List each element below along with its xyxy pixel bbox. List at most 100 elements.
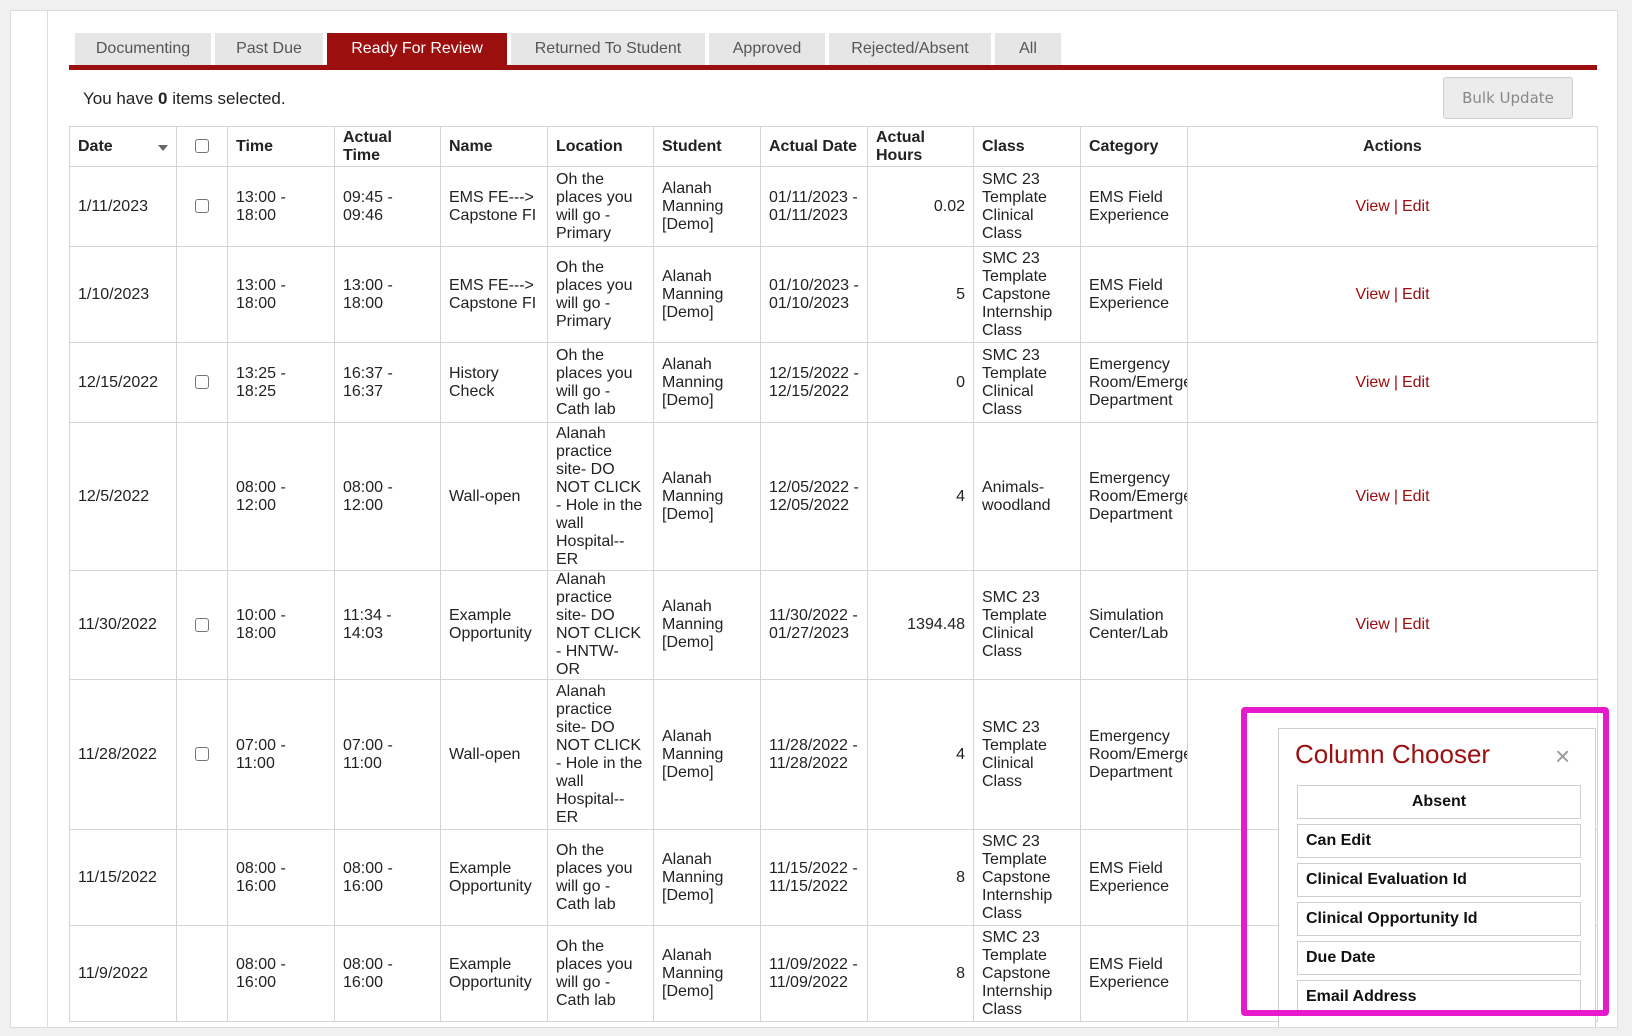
col-location[interactable]: Location (547, 126, 654, 167)
cell-date: 1/11/2023 (69, 166, 177, 247)
cell-class: SMC 23 Template Clinical Class (973, 679, 1081, 830)
view-link[interactable]: View (1355, 286, 1389, 303)
tab-past-due[interactable]: Past Due (215, 33, 323, 65)
table-row: 12/5/2022 08:00 - 12:00 08:00 - 12:00 Wall-… (69, 422, 1598, 571)
cell-location: Oh the places you will go - Cath lab (547, 925, 654, 1022)
table-row: 1/10/2023 13:00 - 18:00 13:00 - 18:00 EMS F… (69, 246, 1598, 343)
cell-category: EMS Field Experience (1080, 166, 1188, 247)
cell-actual-hours: 1394.48 (867, 570, 974, 680)
cell-time: 13:00 - 18:00 (227, 166, 335, 247)
tab-rejected-absent[interactable]: Rejected/Absent (829, 33, 991, 65)
cell-actual-hours: 5 (867, 246, 974, 343)
cell-class: SMC 23 Template Clinical Class (973, 342, 1081, 423)
tab-returned-to-student[interactable]: Returned To Student (511, 33, 705, 65)
col-select-all (176, 126, 228, 167)
cell-name: Example Opportunity (440, 829, 548, 926)
cell-select (176, 342, 228, 423)
cell-actual-date: 12/15/2022 - 12/15/2022 (760, 342, 868, 423)
cell-student: Alanah Manning [Demo] (653, 246, 761, 343)
cell-time: 13:00 - 18:00 (227, 246, 335, 343)
view-link[interactable]: View (1355, 616, 1389, 633)
cell-time: 07:00 - 11:00 (227, 679, 335, 830)
col-actions: Actions (1187, 126, 1598, 167)
col-actual-time[interactable]: Actual Time (334, 126, 441, 167)
row-checkbox[interactable] (195, 375, 209, 390)
cell-name: Example Opportunity (440, 925, 548, 1022)
cell-student: Alanah Manning [Demo] (653, 570, 761, 680)
bulk-update-button[interactable]: Bulk Update (1443, 77, 1573, 119)
cell-time: 10:00 - 18:00 (227, 570, 335, 680)
edit-link[interactable]: Edit (1402, 374, 1430, 391)
cell-class: Animals- woodland (973, 422, 1081, 571)
col-actual-date[interactable]: Actual Date (760, 126, 868, 167)
tab-all[interactable]: All (995, 33, 1061, 65)
col-name[interactable]: Name (440, 126, 548, 167)
selection-count: 0 (158, 89, 168, 108)
edit-link[interactable]: Edit (1402, 488, 1430, 505)
tab-documenting[interactable]: Documenting (75, 33, 211, 65)
col-class[interactable]: Class (973, 126, 1081, 167)
cell-student: Alanah Manning [Demo] (653, 679, 761, 830)
tab-ready-for-review[interactable]: Ready For Review (327, 33, 507, 65)
cell-time: 08:00 - 16:00 (227, 829, 335, 926)
cell-actions: View | Edit (1187, 166, 1598, 247)
column-option-clinical-opportunity-id[interactable]: Clinical Opportunity Id (1297, 902, 1581, 936)
cell-actions: View | Edit (1187, 342, 1598, 423)
cell-location: Alanah practice site- DO NOT CLICK - Hol… (547, 422, 654, 571)
status-tabs: Documenting Past Due Ready For Review Re… (75, 33, 1065, 65)
column-option-clinical-evaluation-id[interactable]: Clinical Evaluation Id (1297, 863, 1581, 897)
tab-approved[interactable]: Approved (709, 33, 825, 65)
col-date-label: Date (78, 137, 113, 155)
col-category[interactable]: Category (1080, 126, 1188, 167)
cell-actual-time: 09:45 - 09:46 (334, 166, 441, 247)
cell-time: 13:25 - 18:25 (227, 342, 335, 423)
cell-actual-time: 08:00 - 16:00 (334, 925, 441, 1022)
col-date[interactable]: Date (69, 126, 177, 167)
cell-actual-date: 11/30/2022 - 01/27/2023 (760, 570, 868, 680)
sort-desc-icon[interactable] (158, 144, 168, 151)
column-option-absent[interactable]: Absent (1297, 785, 1581, 819)
cell-location: Oh the places you will go - Primary (547, 246, 654, 343)
view-link[interactable]: View (1355, 374, 1389, 391)
row-checkbox[interactable] (195, 617, 209, 632)
cell-actual-hours: 4 (867, 679, 974, 830)
column-option-due-date[interactable]: Due Date (1297, 941, 1581, 975)
cell-actual-hours: 0.02 (867, 166, 974, 247)
cell-category: Emergency Room/Emergency Department (1080, 679, 1188, 830)
cell-student: Alanah Manning [Demo] (653, 166, 761, 247)
cell-name: Wall-open (440, 422, 548, 571)
cell-category: Emergency Room/Emergency Department (1080, 342, 1188, 423)
edit-link[interactable]: Edit (1402, 286, 1430, 303)
column-option-can-edit[interactable]: Can Edit (1297, 824, 1581, 858)
edit-link[interactable]: Edit (1402, 616, 1430, 633)
cell-student: Alanah Manning [Demo] (653, 829, 761, 926)
edit-link[interactable]: Edit (1402, 198, 1430, 215)
col-time[interactable]: Time (227, 126, 335, 167)
cell-actual-hours: 4 (867, 422, 974, 571)
cell-date: 11/30/2022 (69, 570, 177, 680)
action-separator: | (1393, 373, 1398, 391)
column-option-email-address[interactable]: Email Address (1297, 980, 1581, 1014)
cell-name: History Check (440, 342, 548, 423)
close-icon[interactable]: × (1555, 743, 1570, 769)
col-student[interactable]: Student (653, 126, 761, 167)
col-actual-hours[interactable]: Actual Hours (867, 126, 974, 167)
cell-actions: View | Edit (1187, 570, 1598, 680)
cell-category: Simulation Center/Lab (1080, 570, 1188, 680)
cell-category: EMS Field Experience (1080, 829, 1188, 926)
cell-date: 11/9/2022 (69, 925, 177, 1022)
cell-actual-time: 16:37 - 16:37 (334, 342, 441, 423)
column-chooser-list: Absent Can Edit Clinical Evaluation Id C… (1297, 785, 1581, 1019)
view-link[interactable]: View (1355, 488, 1389, 505)
cell-location: Oh the places you will go - Cath lab (547, 342, 654, 423)
select-all-checkbox[interactable] (195, 139, 209, 154)
row-checkbox[interactable] (195, 747, 209, 762)
cell-location: Oh the places you will go - Cath lab (547, 829, 654, 926)
cell-actual-time: 07:00 - 11:00 (334, 679, 441, 830)
cell-select (176, 166, 228, 247)
cell-actual-time: 11:34 - 14:03 (334, 570, 441, 680)
row-checkbox[interactable] (195, 199, 209, 214)
cell-name: Example Opportunity (440, 570, 548, 680)
view-link[interactable]: View (1355, 198, 1389, 215)
action-separator: | (1393, 487, 1398, 505)
